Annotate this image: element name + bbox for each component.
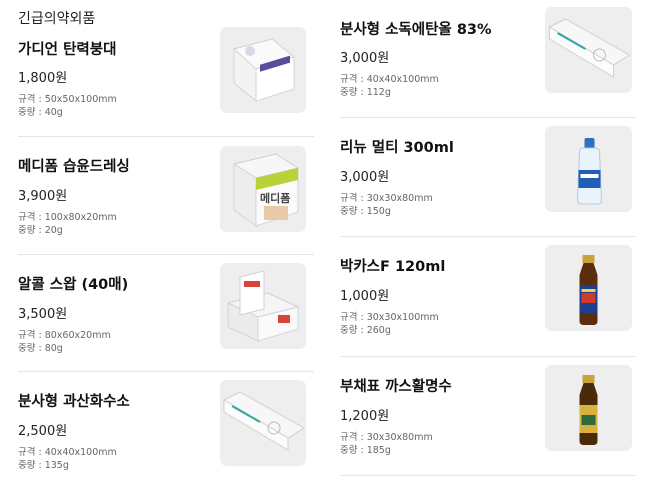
product-size: 규격 : 30x30x100mm <box>340 312 439 323</box>
product-card[interactable]: 부채표 까스활명수 1,200원 규격 : 30x30x80mm 중량 : 18… <box>322 357 642 475</box>
digestive-tonic-bottle-icon[interactable] <box>545 365 632 451</box>
product-price: 1,200원 <box>340 409 390 424</box>
swab-box-icon[interactable] <box>220 263 306 349</box>
product-weight: 중량 : 80g <box>18 343 63 354</box>
product-price: 3,000원 <box>340 51 390 66</box>
divider <box>340 475 636 476</box>
spray-box-icon[interactable] <box>220 380 306 466</box>
bandage-box-icon[interactable] <box>220 27 306 113</box>
product-size: 규격 : 30x30x80mm <box>340 432 433 443</box>
product-name: 부채표 까스활명수 <box>340 379 452 395</box>
product-weight: 중량 : 150g <box>340 206 391 217</box>
product-card[interactable]: 가디언 탄력붕대 1,800원 규격 : 50x50x100mm 중량 : 40… <box>0 0 320 136</box>
svg-text:메디폼: 메디폼 <box>260 191 290 205</box>
product-card[interactable]: 메디폼 습윤드레싱 3,900원 규격 : 100x80x20mm 중량 : 2… <box>0 137 320 255</box>
product-card[interactable]: 분사형 과산화수소 2,500원 규격 : 40x40x100mm 중량 : 1… <box>0 372 320 494</box>
product-price: 3,000원 <box>340 170 390 185</box>
product-name: 분사형 소독에탄올 83% <box>340 22 492 38</box>
product-size: 규격 : 100x80x20mm <box>18 212 117 223</box>
product-price: 3,500원 <box>18 307 68 322</box>
product-weight: 중량 : 40g <box>18 107 63 118</box>
product-name: 분사형 과산화수소 <box>18 394 130 410</box>
product-size: 규격 : 30x30x80mm <box>340 193 433 204</box>
product-weight: 중량 : 20g <box>18 225 63 236</box>
product-size: 규격 : 40x40x100mm <box>18 447 117 458</box>
product-weight: 중량 : 135g <box>18 460 69 471</box>
product-size: 규격 : 80x60x20mm <box>18 330 111 341</box>
product-card[interactable]: 알콜 스왑 (40매) 3,500원 규격 : 80x60x20mm 중량 : … <box>0 255 320 373</box>
product-price: 3,900원 <box>18 189 68 204</box>
product-price: 1,800원 <box>18 71 68 86</box>
product-size: 규격 : 40x40x100mm <box>340 74 439 85</box>
product-size: 규격 : 50x50x100mm <box>18 94 117 105</box>
product-weight: 중량 : 112g <box>340 87 391 98</box>
product-name: 리뉴 멀티 300ml <box>340 140 454 156</box>
dressing-box-icon[interactable]: 메디폼 <box>220 146 306 232</box>
product-name: 박카스F 120ml <box>340 259 446 275</box>
product-weight: 중량 : 185g <box>340 445 391 456</box>
product-name: 메디폼 습윤드레싱 <box>18 159 130 175</box>
spray-box-icon[interactable] <box>545 7 632 93</box>
product-name: 알콜 스왑 (40매) <box>18 277 129 293</box>
product-card[interactable]: 분사형 소독에탄올 83% 3,000원 규격 : 40x40x100mm 중량… <box>322 0 642 117</box>
product-name: 가디언 탄력붕대 <box>18 42 117 58</box>
product-card[interactable]: 박카스F 120ml 1,000원 규격 : 30x30x100mm 중량 : … <box>322 237 642 355</box>
product-weight: 중량 : 260g <box>340 325 391 336</box>
lens-solution-bottle-icon[interactable] <box>545 126 632 212</box>
product-card[interactable]: 리뉴 멀티 300ml 3,000원 규격 : 30x30x80mm 중량 : … <box>322 118 642 236</box>
energy-drink-bottle-icon[interactable] <box>545 245 632 331</box>
product-price: 1,000원 <box>340 289 390 304</box>
product-price: 2,500원 <box>18 424 68 439</box>
